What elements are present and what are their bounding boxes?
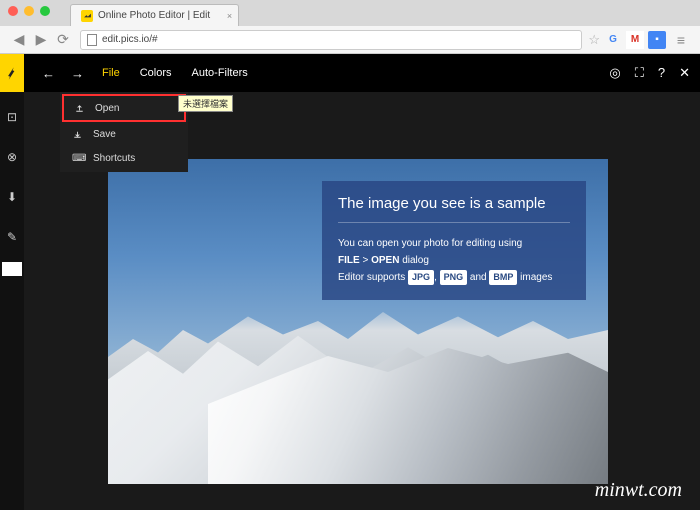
download-icon bbox=[72, 129, 83, 140]
dropdown-open[interactable]: Open bbox=[64, 96, 184, 120]
nav-forward-icon: ▶ bbox=[30, 29, 52, 51]
nav-reload-icon[interactable]: ⟳ bbox=[52, 29, 74, 51]
left-sidebar: ⊡ ⊗ ⬇ ✎ bbox=[0, 54, 24, 510]
dropdown-save[interactable]: Save bbox=[62, 122, 186, 146]
close-icon[interactable]: ✕ bbox=[679, 65, 690, 81]
adjust-tool-icon[interactable]: ⊗ bbox=[0, 142, 24, 172]
browser-urlbar: ◀ ▶ ⟳ edit.pics.io/# ☆ G ▪ ≡ bbox=[0, 26, 700, 54]
fullscreen-icon[interactable]: ⛶ bbox=[635, 65, 644, 81]
undo-icon[interactable]: ← bbox=[34, 66, 63, 81]
ext-icon[interactable]: ▪ bbox=[648, 31, 666, 49]
open-label: Open bbox=[95, 103, 119, 114]
window-min-dot[interactable] bbox=[24, 6, 34, 16]
browser-tab[interactable]: Online Photo Editor | Edit × bbox=[70, 4, 239, 26]
image-canvas: The image you see is a sample You can op… bbox=[108, 159, 608, 484]
favicon-icon bbox=[81, 10, 93, 22]
eyedropper-tool-icon[interactable]: ✎ bbox=[0, 222, 24, 252]
menu-colors[interactable]: Colors bbox=[130, 67, 182, 79]
app-logo-icon[interactable] bbox=[0, 54, 24, 92]
shortcuts-label: Shortcuts bbox=[93, 153, 135, 164]
chrome-icon[interactable]: ◎ bbox=[609, 65, 620, 81]
tab-title: Online Photo Editor | Edit bbox=[98, 10, 210, 21]
file-dropdown: Open Save ⌨ Shortcuts bbox=[60, 92, 188, 172]
google-ext-icon[interactable]: G bbox=[604, 31, 622, 49]
menu-file[interactable]: File bbox=[92, 67, 130, 79]
download-tool-icon[interactable]: ⬇ bbox=[0, 182, 24, 212]
url-text: edit.pics.io/# bbox=[102, 34, 158, 45]
save-label: Save bbox=[93, 129, 116, 140]
infobox-line1: You can open your photo for editing usin… bbox=[338, 235, 570, 252]
window-close-dot[interactable] bbox=[8, 6, 18, 16]
color-swatch[interactable] bbox=[2, 262, 22, 276]
redo-icon[interactable]: → bbox=[63, 66, 92, 81]
format-bmp: BMP bbox=[489, 270, 517, 285]
page-icon bbox=[87, 34, 97, 46]
url-input[interactable]: edit.pics.io/# bbox=[80, 30, 582, 50]
infobox-line2: FILE > OPEN dialog bbox=[338, 252, 570, 269]
infobox-line3: Editor supports JPG, PNG and BMP images bbox=[338, 269, 570, 286]
browser-menu-icon[interactable]: ≡ bbox=[670, 29, 692, 51]
bookmark-star-icon[interactable]: ☆ bbox=[588, 32, 600, 48]
nav-back-icon[interactable]: ◀ bbox=[8, 29, 30, 51]
gmail-ext-icon[interactable] bbox=[626, 31, 644, 49]
menu-autofilters[interactable]: Auto-Filters bbox=[182, 67, 258, 79]
window-max-dot[interactable] bbox=[40, 6, 50, 16]
app-menubar: ← → File Colors Auto-Filters ◎ ⛶ ? ✕ bbox=[24, 54, 700, 92]
tab-close-icon[interactable]: × bbox=[227, 11, 232, 21]
sample-infobox: The image you see is a sample You can op… bbox=[322, 181, 586, 300]
watermark-text: minwt.com bbox=[595, 479, 682, 502]
crop-tool-icon[interactable]: ⊡ bbox=[0, 102, 24, 132]
format-png: PNG bbox=[440, 270, 468, 285]
format-jpg: JPG bbox=[408, 270, 434, 285]
infobox-title: The image you see is a sample bbox=[338, 195, 570, 223]
keyboard-icon: ⌨ bbox=[72, 153, 83, 164]
browser-tabbar: Online Photo Editor | Edit × bbox=[0, 0, 700, 26]
file-tooltip: 未選擇檔案 bbox=[178, 95, 233, 112]
help-icon[interactable]: ? bbox=[658, 65, 665, 81]
upload-icon bbox=[74, 103, 85, 114]
dropdown-shortcuts[interactable]: ⌨ Shortcuts bbox=[62, 146, 186, 170]
